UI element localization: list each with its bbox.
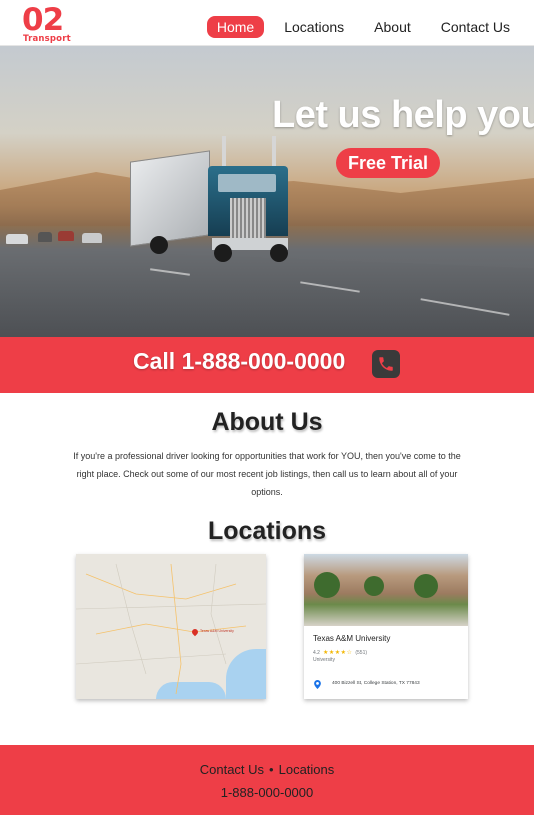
truck-wheel <box>150 236 168 254</box>
call-phone-link[interactable]: Call 1-888-000-0000 <box>133 348 345 375</box>
photo-tree <box>414 574 438 598</box>
place-type: University <box>313 657 335 663</box>
footer-separator: • <box>269 762 274 777</box>
phone-icon-glyph <box>379 357 393 371</box>
photo-tree <box>364 576 384 596</box>
phone-icon[interactable] <box>372 350 400 378</box>
logo-mark: 02 <box>22 2 64 38</box>
rating-value: 4.2 <box>313 649 320 656</box>
footer-links: Contact Us • Locations <box>0 762 534 777</box>
map-pin-label: Texas A&M University <box>200 629 234 633</box>
truck-wheel <box>214 244 232 262</box>
about-title: About Us <box>211 408 323 436</box>
review-count[interactable]: (551) <box>355 650 367 656</box>
about-text: If you're a professional driver looking … <box>73 451 461 497</box>
nav-locations[interactable]: Locations <box>274 16 354 38</box>
nav-contact-us[interactable]: Contact Us <box>431 16 520 38</box>
truck-trailer <box>130 150 210 247</box>
footer-phone-link[interactable]: 1-888-000-0000 <box>0 785 534 800</box>
truck-wheel <box>270 244 288 262</box>
background-car <box>82 233 102 243</box>
footer-locations-link[interactable]: Locations <box>279 762 335 777</box>
hero-truck-image <box>130 136 330 276</box>
place-photo <box>304 554 468 626</box>
logo-wordmark: Transport <box>23 34 71 44</box>
background-car <box>58 231 74 241</box>
place-address: 400 Bizzell St, College Station, TX 7784… <box>332 681 420 686</box>
locations-title: Locations <box>207 517 327 545</box>
top-navbar: 02 Transport Home Locations About Contac… <box>0 0 534 46</box>
rating-stars-icon: ★★★★☆ <box>322 650 353 656</box>
truck-windshield <box>218 174 276 192</box>
place-card[interactable]: Texas A&M University 4.2 ★★★★☆ (551) Uni… <box>304 554 468 699</box>
map-roads <box>76 563 266 695</box>
footer-contact-link[interactable]: Contact Us <box>200 762 264 777</box>
hero-banner: Let us help you Free Trial <box>0 46 534 337</box>
free-trial-button[interactable]: Free Trial <box>336 148 440 178</box>
call-banner: Call 1-888-000-0000 <box>0 337 534 393</box>
nav-home[interactable]: Home <box>206 16 265 38</box>
nav-about[interactable]: About <box>364 16 421 38</box>
hero-title: Let us help you <box>272 94 534 136</box>
place-name: Texas A&M University <box>313 634 391 643</box>
location-pin-icon <box>314 680 321 689</box>
footer: Contact Us • Locations 1-888-000-0000 <box>0 745 534 815</box>
photo-tree <box>314 572 340 598</box>
brand-logo[interactable]: 02 Transport <box>22 2 72 44</box>
background-car <box>38 232 52 242</box>
nav-links: Home Locations About Contact Us <box>206 16 520 38</box>
locations-map[interactable]: Texas A&M University <box>76 554 266 699</box>
truck-grille <box>230 198 266 240</box>
place-rating: 4.2 ★★★★☆ (551) <box>313 649 367 657</box>
background-car <box>6 234 28 244</box>
